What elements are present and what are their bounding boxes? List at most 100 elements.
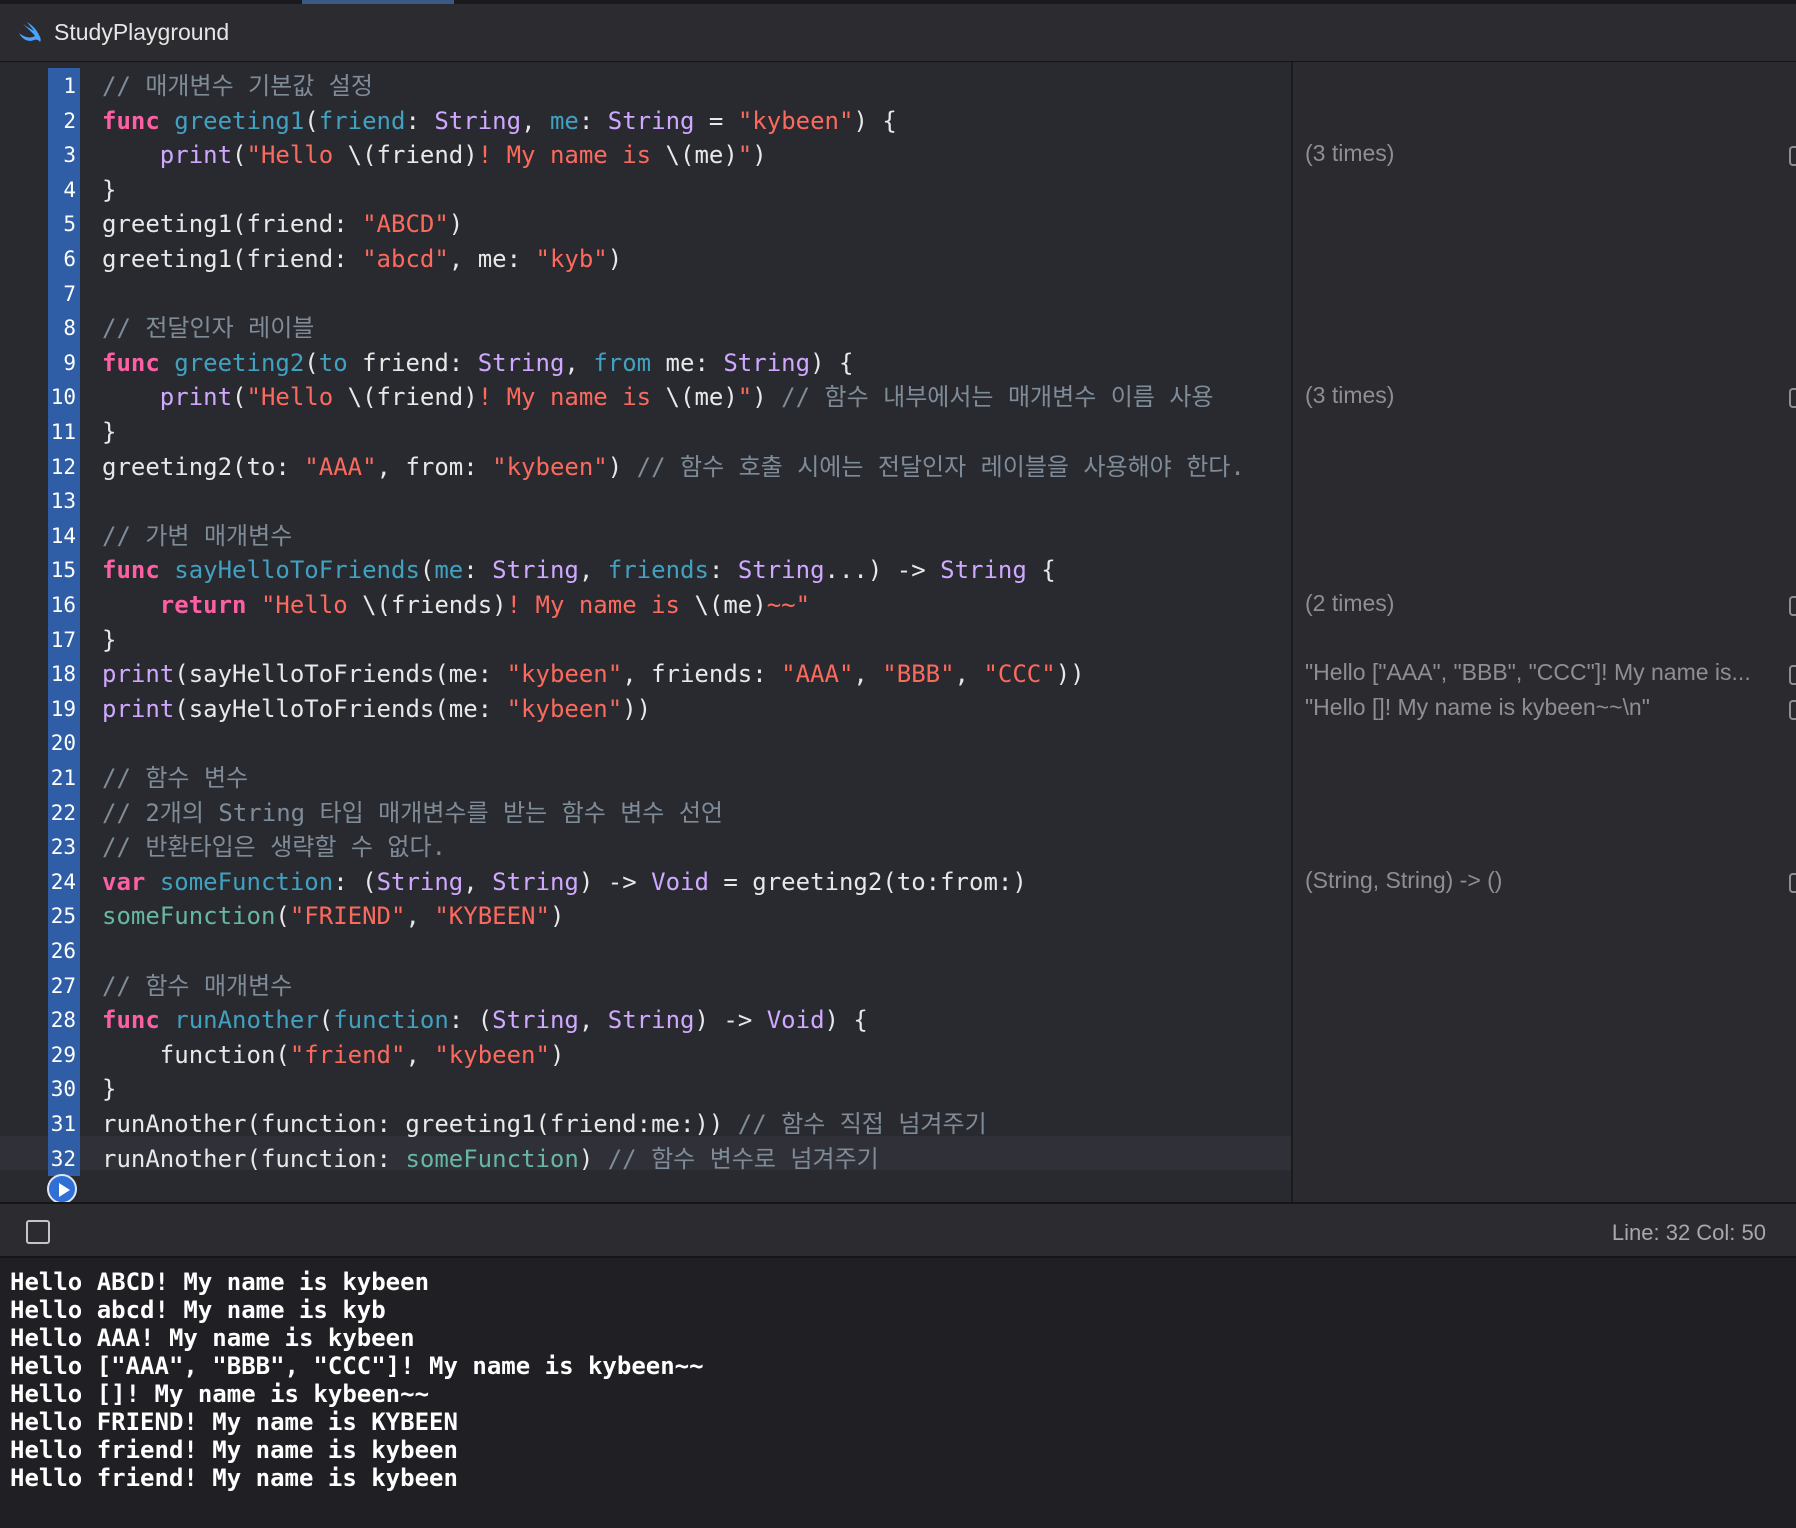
result-value[interactable]: "Hello ["AAA", "BBB", "CCC"]! My name is… <box>1305 659 1751 686</box>
quick-look-icon[interactable] <box>1789 146 1796 167</box>
declaration: friend <box>318 106 406 135</box>
line-number: 6 <box>63 247 76 271</box>
code-text: me: <box>651 348 724 377</box>
code-line[interactable]: someFunction("FRIEND", "KYBEEN") <box>102 899 564 933</box>
line-number: 1 <box>63 74 76 98</box>
console-line: Hello friend! My name is kybeen <box>10 1436 458 1464</box>
code-line[interactable]: // 2개의 String 타입 매개변수를 받는 함수 변수 선언 <box>102 796 723 830</box>
code-text: )) <box>622 694 652 723</box>
line-number: 21 <box>50 766 76 790</box>
code-line[interactable]: } <box>102 1072 116 1106</box>
code-text: = <box>694 106 738 135</box>
code-line[interactable]: } <box>102 415 116 449</box>
quick-look-icon[interactable] <box>1789 388 1796 409</box>
code-text: \(me) <box>694 591 767 619</box>
string-literal: "kybeen" <box>434 1040 550 1069</box>
line-number: 31 <box>50 1112 76 1136</box>
code-text: : <box>578 106 608 135</box>
keyword: func <box>102 348 160 377</box>
code-editor[interactable]: 1// 매개변수 기본값 설정 2 func greeting1(friend: S… <box>0 62 1291 1204</box>
code-line[interactable]: greeting1(friend: "abcd", me: "kyb") <box>102 242 622 276</box>
code-line[interactable]: func greeting2(to friend: String, from m… <box>102 346 853 380</box>
code-text: greeting1(friend: <box>102 245 363 273</box>
code-line[interactable]: print("Hello \(friend)! My name is \(me)… <box>102 138 767 172</box>
line-number: 14 <box>50 523 76 548</box>
code-line[interactable]: // 전달인자 레이블 <box>102 311 314 345</box>
line-number: 13 <box>50 489 76 514</box>
console-toggle-icon[interactable] <box>26 1220 50 1244</box>
keyword: func <box>102 556 160 585</box>
code-text: \(friends) <box>362 591 507 619</box>
active-tab-indicator[interactable] <box>302 0 454 4</box>
code-line[interactable]: // 매개변수 기본값 설정 <box>102 69 373 103</box>
keyword: return <box>159 591 247 619</box>
keyword: var <box>102 867 146 896</box>
result-value[interactable]: (3 times) <box>1305 382 1394 409</box>
comment: // 매개변수 기본값 설정 <box>102 72 373 100</box>
string-literal: "kybeen" <box>506 694 623 723</box>
code-line[interactable]: func greeting1(friend: String, me: Strin… <box>102 104 897 138</box>
code-line[interactable]: greeting2(to: "AAA", from: "kybeen") // … <box>102 450 1245 484</box>
code-line[interactable]: } <box>102 623 116 657</box>
line-number: 9 <box>63 350 76 375</box>
code-text: ( <box>304 348 319 377</box>
result-value[interactable]: (String, String) -> () <box>1305 867 1502 894</box>
quick-look-icon[interactable] <box>1789 665 1796 686</box>
line-number: 22 <box>50 800 76 825</box>
code-line[interactable]: print("Hello \(friend)! My name is \(me)… <box>102 380 1214 414</box>
type-name: print <box>159 383 233 412</box>
comment: // 함수 직접 넘겨주기 <box>737 1110 987 1138</box>
result-value[interactable]: (3 times) <box>1305 140 1394 167</box>
result-value[interactable]: "Hello []! My name is kybeen~~\n" <box>1305 694 1650 721</box>
user-symbol: someFunction <box>405 1144 579 1173</box>
type-name: print <box>102 694 175 723</box>
code-line[interactable]: } <box>102 173 116 207</box>
results-sidebar: (3 times) (3 times) (2 times) "Hello ["AAA"… <box>1291 62 1796 1202</box>
code-line[interactable]: return "Hello \(friends)! My name is \(m… <box>102 588 810 622</box>
declaration: greeting1 <box>174 106 305 135</box>
string-literal: "AAA" <box>304 452 377 481</box>
string-literal: "AAA" <box>781 660 854 689</box>
console-line: Hello abcd! My name is kyb <box>10 1296 386 1324</box>
type-name: String <box>376 867 464 896</box>
code-line[interactable]: // 가변 매개변수 <box>102 519 292 553</box>
code-line[interactable]: print(sayHelloToFriends(me: "kybeen")) <box>102 692 651 726</box>
run-button[interactable] <box>47 1174 77 1204</box>
line-number: 20 <box>50 731 76 756</box>
code-line[interactable]: // 함수 매개변수 <box>102 969 292 1003</box>
code-line[interactable]: func runAnother(function: (String, Strin… <box>102 1003 868 1037</box>
code-line[interactable]: // 반환타입은 생략할 수 없다. <box>102 830 446 864</box>
string-literal: ! My name is <box>506 591 695 619</box>
type-name: String <box>723 348 811 377</box>
comment: // 함수 매개변수 <box>102 971 293 1000</box>
code-line[interactable]: // 함수 변수 <box>102 761 248 795</box>
string-literal: "Hello <box>246 383 348 412</box>
code-text: { <box>1026 556 1056 585</box>
code-text: ) <box>752 141 767 170</box>
string-literal: "BBB" <box>882 660 955 689</box>
code-line[interactable]: var someFunction: (String, String) -> Vo… <box>102 865 1027 899</box>
code-line[interactable]: greeting1(friend: "ABCD") <box>102 207 463 241</box>
code-line[interactable]: func sayHelloToFriends(me: String, frien… <box>102 553 1056 587</box>
result-value[interactable]: (2 times) <box>1305 590 1394 617</box>
line-number: 24 <box>50 869 76 894</box>
code-line[interactable]: runAnother(function: someFunction) // 함수… <box>102 1142 879 1176</box>
code-line[interactable]: print(sayHelloToFriends(me: "kybeen", fr… <box>102 657 1085 691</box>
quick-look-icon[interactable] <box>1789 596 1796 616</box>
console-output[interactable]: Hello ABCD! My name is kybeen Hello abcd!… <box>0 1258 1796 1528</box>
quick-look-icon[interactable] <box>1789 872 1796 893</box>
console-line: Hello ["AAA", "BBB", "CCC"]! My name is … <box>10 1352 704 1380</box>
quick-look-icon[interactable] <box>1789 699 1796 720</box>
type-name: String <box>492 867 579 896</box>
code-line[interactable]: runAnother(function: greeting1(friend:me… <box>102 1107 987 1141</box>
code-text: greeting2(to: <box>102 452 305 481</box>
code-text: greeting1(friend: <box>102 210 363 239</box>
line-number: 12 <box>50 454 76 479</box>
code-text: \(friend) <box>347 383 478 412</box>
code-line[interactable]: function("friend", "kybeen") <box>102 1038 565 1072</box>
code-text: (sayHelloToFriends(me: <box>174 694 507 723</box>
